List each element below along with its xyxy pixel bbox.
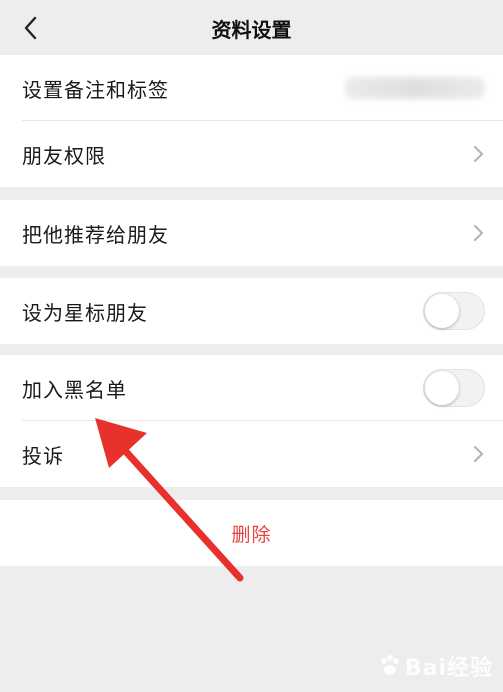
set-remark-and-tags-label: 设置备注和标签 [22, 77, 169, 102]
recommend-to-friend-item[interactable]: 把他推荐给朋友 [0, 200, 503, 266]
chevron-right-icon [474, 446, 483, 462]
settings-group-remark: 设置备注和标签 朋友权限 [0, 55, 503, 187]
top-bar: 资料设置 [0, 0, 503, 55]
paw-icon [380, 655, 399, 675]
add-to-blacklist-item: 加入黑名单 [0, 355, 503, 421]
delete-group: 删除 [0, 500, 503, 566]
blacklist-toggle[interactable] [423, 369, 485, 407]
add-to-blacklist-label: 加入黑名单 [22, 377, 127, 402]
blurred-remark-value [345, 77, 485, 99]
set-remark-and-tags-item[interactable]: 设置备注和标签 [0, 55, 503, 121]
chevron-right-icon [474, 225, 483, 241]
friend-permissions-label: 朋友权限 [22, 143, 106, 168]
complain-label: 投诉 [22, 443, 64, 468]
watermark-text: Bai经验 [404, 656, 493, 681]
baidu-watermark: Bai经验 [377, 650, 493, 682]
settings-group-star: 设为星标朋友 [0, 278, 503, 344]
star-friend-toggle[interactable] [423, 292, 485, 330]
settings-group-block: 加入黑名单 投诉 [0, 355, 503, 487]
delete-button[interactable]: 删除 [0, 500, 503, 566]
settings-group-recommend: 把他推荐给朋友 [0, 200, 503, 266]
recommend-to-friend-label: 把他推荐给朋友 [22, 222, 169, 247]
toggle-knob [425, 371, 459, 405]
chevron-right-icon [474, 146, 483, 162]
friend-permissions-item[interactable]: 朋友权限 [0, 121, 503, 187]
star-friend-item: 设为星标朋友 [0, 278, 503, 344]
page-title: 资料设置 [211, 18, 292, 42]
toggle-knob [425, 294, 459, 328]
complain-item[interactable]: 投诉 [0, 421, 503, 487]
star-friend-label: 设为星标朋友 [22, 300, 148, 325]
